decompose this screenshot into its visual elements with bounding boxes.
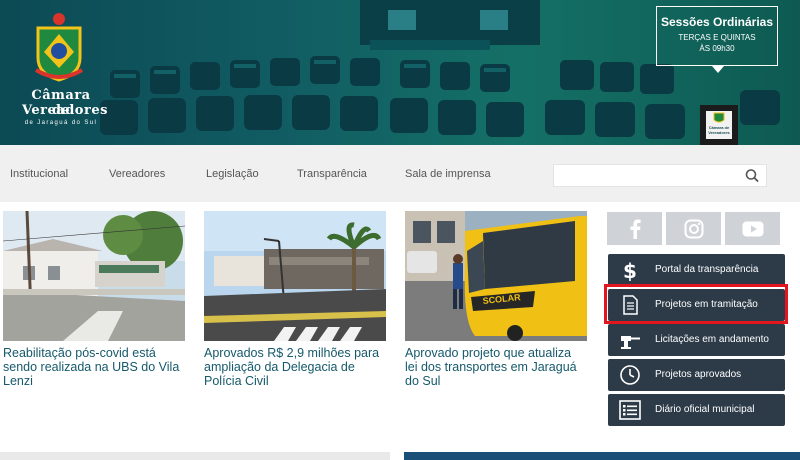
side-link-licitacoes[interactable]: Licitações em andamento [608,324,785,356]
search-button[interactable] [740,166,764,185]
sessions-days: TERÇAS E QUINTAS [678,33,756,42]
nav-item-institucional[interactable]: Institucional [10,168,68,180]
logo-line-3: de Jaraguá do Sul [24,120,98,126]
dollar-icon: $ [623,259,637,281]
gavel-icon [621,336,640,349]
sessions-time: ÀS 09h30 [699,44,735,53]
chamber-logo[interactable]: Câmara de Vereadores de Jaraguá do Sul [22,12,108,127]
logo-line-2: Vereadores [22,103,108,118]
side-link-label: Diário oficial municipal [655,404,755,415]
news-card-1[interactable]: Reabilitação pós-covid está sendo realiz… [3,211,185,388]
podium-screen: Câmara de Vereadores [706,111,732,139]
news-image-2[interactable] [204,211,386,341]
podium-image: Câmara de Vereadores [700,105,738,145]
nav-item-legislacao[interactable]: Legislação [206,168,259,180]
side-link-diario-oficial[interactable]: Diário oficial municipal [608,394,785,426]
news-title-3[interactable]: Aprovado projeto que atualiza lei dos tr… [405,346,587,388]
podium-text: Câmara de Vereadores [708,125,730,135]
instagram-icon [684,219,703,238]
bottom-section-right [404,452,800,460]
news-photo-transporte: SCOLAR [405,211,587,341]
search-icon [745,169,759,183]
news-card-3[interactable]: SCOLAR Aprovado projeto que atualiza lei… [405,211,587,388]
nav-item-sala-de-imprensa[interactable]: Sala de imprensa [405,168,491,180]
highlight-outline [604,284,788,324]
news-photo-ubs [3,211,185,341]
news-image-3[interactable]: SCOLAR [405,211,587,341]
news-title-1[interactable]: Reabilitação pós-covid está sendo realiz… [3,346,185,388]
side-link-label: Projetos aprovados [655,369,742,380]
nav-item-transparencia[interactable]: Transparência [297,168,367,180]
facebook-button[interactable] [607,212,662,245]
side-link-projetos-aprovados[interactable]: Projetos aprovados [608,359,785,391]
nav-item-vereadores[interactable]: Vereadores [109,168,165,180]
list-icon [619,400,641,420]
news-image-1[interactable] [3,211,185,341]
page: Câmara de Vereadores de Jaraguá do Sul S… [0,0,800,460]
clock-icon [620,365,640,385]
search-input[interactable] [553,164,767,187]
facebook-icon [630,219,641,239]
news-photo-delegacia [204,211,386,341]
coat-of-arms-icon [34,13,84,82]
hero-banner: Câmara de Vereadores de Jaraguá do Sul S… [0,0,800,145]
podium-logo-icon [713,112,725,123]
sessions-info-box: Sessões Ordinárias TERÇAS E QUINTAS ÀS 0… [656,6,778,66]
svg-text:$: $ [623,259,637,281]
bottom-section-left [0,452,390,460]
instagram-button[interactable] [666,212,721,245]
side-link-label: Portal da transparência [655,264,759,275]
sessions-box-pointer [712,66,724,73]
youtube-button[interactable] [725,212,780,245]
youtube-icon [742,221,763,236]
side-link-portal-transparencia[interactable]: $ Portal da transparência [608,254,785,286]
side-link-label: Licitações em andamento [655,334,769,345]
sessions-title: Sessões Ordinárias [660,15,774,29]
news-card-2[interactable]: Aprovados R$ 2,9 milhões para ampliação … [204,211,386,388]
news-title-2[interactable]: Aprovados R$ 2,9 milhões para ampliação … [204,346,386,388]
